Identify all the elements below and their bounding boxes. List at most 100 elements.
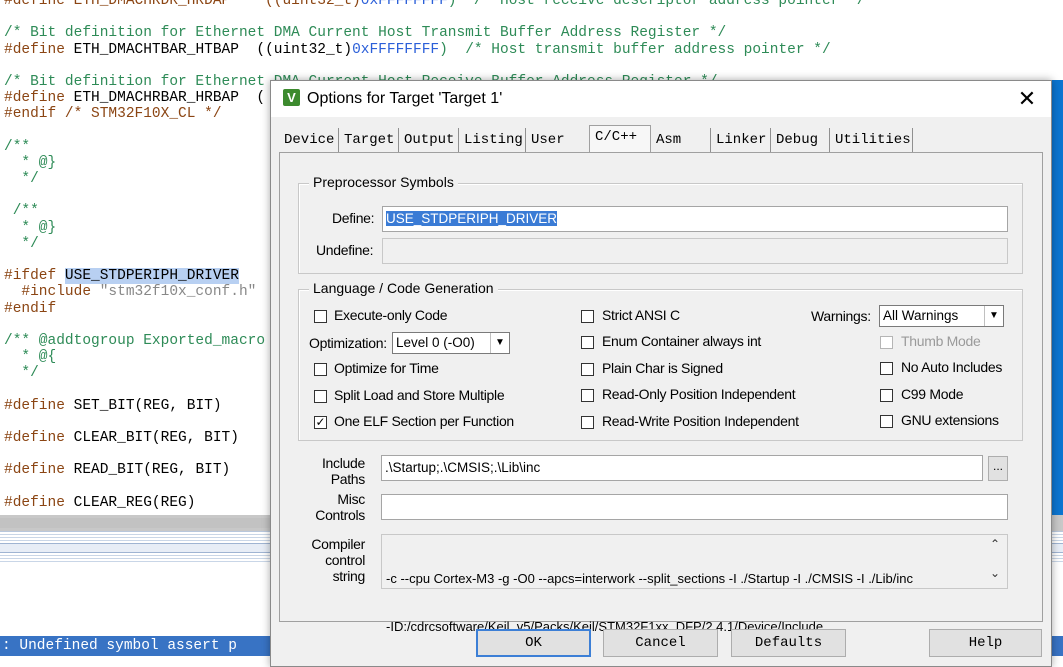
tab-debug[interactable]: Debug	[771, 128, 830, 152]
checkbox-plain-char[interactable]	[581, 363, 594, 376]
code-token: 0xFFFFFFFF	[360, 0, 448, 9]
preprocessor-group-label: Preprocessor Symbols	[309, 174, 458, 190]
tab-output[interactable]: Output	[399, 128, 459, 152]
include-label-line1: Include	[321, 455, 365, 471]
checkbox-one-elf-section[interactable]: ✓	[314, 416, 327, 429]
optimization-select[interactable]: Level 0 (-O0) ▼	[392, 332, 510, 354]
thumb-mode-label: Thumb Mode	[901, 333, 981, 349]
optimization-label: Optimization:	[309, 335, 387, 351]
warnings-value: All Warnings	[883, 308, 959, 323]
checkbox-ropi[interactable]	[581, 389, 594, 402]
warnings-label: Warnings:	[811, 308, 871, 324]
include-paths-input[interactable]: .\Startup;.\CMSIS;.\Lib\inc	[381, 455, 983, 481]
checkbox-split-load-store[interactable]	[314, 390, 327, 403]
tab-c-cpp[interactable]: C/C++	[589, 125, 651, 153]
one-elf-section-label: One ELF Section per Function	[334, 413, 514, 429]
tab-utilities[interactable]: Utilities	[830, 128, 913, 152]
code-token: READ_BIT(REG, BIT)	[64, 462, 231, 479]
checkbox-enum-container[interactable]	[581, 336, 594, 349]
misc-controls-input[interactable]	[381, 494, 1008, 520]
cancel-button[interactable]: Cancel	[603, 629, 718, 657]
checkbox-no-auto-includes[interactable]	[880, 362, 893, 375]
define-label: Define:	[332, 210, 375, 226]
tab-linker[interactable]: Linker	[711, 128, 771, 152]
code-token: #define	[4, 397, 65, 414]
code-token: * @}	[4, 154, 57, 171]
code-token: (uint32_t)	[265, 41, 353, 58]
code-token: /** @addtogroup Exported_macro	[4, 332, 266, 349]
plain-char-label: Plain Char is Signed	[602, 360, 723, 376]
tab-target[interactable]: Target	[339, 128, 399, 152]
code-token: CLEAR_REG(REG)	[64, 494, 196, 511]
code-line: #define ETH_DMACHRDR_HRDAP ((uint32_t)0x…	[4, 0, 865, 9]
code-token: USE_STDPERIPH_DRIVER	[64, 268, 239, 285]
help-button[interactable]: Help	[929, 629, 1042, 657]
scroll-down-icon[interactable]: ⌄	[987, 566, 1003, 580]
compiler-label-line3: string	[332, 568, 366, 584]
compiler-control-label: Compiler control string	[308, 536, 365, 584]
include-paths-label: Include Paths	[313, 455, 365, 487]
tab-device[interactable]: Device	[279, 128, 339, 152]
include-label-line2: Paths	[330, 471, 366, 487]
code-token: #include	[4, 284, 100, 301]
compiler-label-line2: control	[325, 552, 365, 568]
checkbox-rwpi[interactable]	[581, 416, 594, 429]
chevron-down-icon: ▼	[490, 333, 509, 353]
code-token: ETH_DMACHRBAR_HRBAP (	[64, 90, 266, 107]
code-token: #define ETH_DMACHRDR_HRDAP ((uint32_t)	[4, 0, 361, 9]
ok-button[interactable]: OK	[476, 629, 591, 657]
dialog-titlebar[interactable]: V Options for Target 'Target 1' ✕	[271, 81, 1051, 117]
code-token: */	[4, 235, 39, 252]
code-token: #define	[4, 494, 65, 511]
define-value: USE_STDPERIPH_DRIVER	[386, 211, 558, 226]
undefine-input[interactable]	[382, 238, 1008, 264]
code-token: "stm32f10x_conf.h"	[99, 284, 257, 301]
enum-container-label: Enum Container always int	[602, 333, 762, 349]
checkbox-strict-ansi[interactable]	[581, 310, 594, 323]
code-token: #define	[4, 90, 65, 107]
keil-app-icon: V	[283, 89, 300, 106]
code-line: #define ETH_DMACHTBAR_HTBAP ((uint32_t)0…	[4, 42, 865, 58]
rwpi-label: Read-Write Position Independent	[602, 413, 799, 429]
warnings-select[interactable]: All Warnings ▼	[879, 305, 1004, 327]
checkbox-gnu-extensions[interactable]	[880, 415, 893, 428]
code-token: /**	[4, 203, 39, 220]
code-token: * @{	[4, 349, 57, 366]
tab-listing[interactable]: Listing	[459, 128, 526, 152]
defaults-button[interactable]: Defaults	[731, 629, 846, 657]
chevron-down-icon: ▼	[984, 306, 1003, 326]
code-token: * @}	[4, 219, 57, 236]
include-paths-browse-button[interactable]: ...	[988, 456, 1008, 481]
checkbox-execute-only[interactable]	[314, 310, 327, 323]
compiler-control-line1: -c --cpu Cortex-M3 -g -O0 --apcs=interwo…	[386, 571, 913, 586]
no-auto-includes-label: No Auto Includes	[901, 359, 1003, 375]
compiler-control-string[interactable]: -c --cpu Cortex-M3 -g -O0 --apcs=interwo…	[381, 534, 1008, 634]
code-token: SET_BIT(REG, BIT)	[64, 397, 222, 414]
misc-controls-label: Misc Controls	[313, 491, 365, 523]
optimize-time-label: Optimize for Time	[334, 360, 439, 376]
code-token: #define	[4, 462, 65, 479]
close-icon[interactable]: ✕	[1015, 87, 1039, 111]
split-load-store-label: Split Load and Store Multiple	[334, 387, 505, 403]
tab-user[interactable]: User	[526, 128, 576, 152]
code-token: CLEAR_BIT(REG, BIT)	[64, 430, 239, 447]
checkbox-optimize-time[interactable]	[314, 363, 327, 376]
undefine-label: Undefine:	[316, 242, 374, 258]
tab-panel-c-cpp: Preprocessor Symbols Define: USE_STDPERI…	[279, 152, 1043, 634]
tab-asm[interactable]: Asm	[651, 128, 707, 152]
code-line: /* Bit definition for Ethernet DMA Curre…	[4, 25, 865, 41]
scrollbar-thumb[interactable]	[0, 518, 270, 528]
code-token: */	[4, 365, 39, 382]
code-token: #endif /* STM32F10X_CL */	[4, 106, 222, 123]
code-token: ETH_DMACHTBAR_HTBAP (	[64, 41, 266, 58]
language-group: Language / Code Generation Execute-only …	[298, 280, 1023, 441]
options-dialog: V Options for Target 'Target 1' ✕ Device…	[270, 80, 1052, 667]
scroll-up-icon[interactable]: ⌃	[987, 537, 1003, 551]
define-input[interactable]: USE_STDPERIPH_DRIVER	[382, 206, 1008, 232]
ropi-label: Read-Only Position Independent	[602, 386, 796, 402]
c99-mode-label: C99 Mode	[901, 386, 964, 402]
code-token: ) /* Host receive descriptor address poi…	[447, 0, 866, 9]
checkbox-c99-mode[interactable]	[880, 389, 893, 402]
optimization-value: Level 0 (-O0)	[396, 335, 475, 350]
